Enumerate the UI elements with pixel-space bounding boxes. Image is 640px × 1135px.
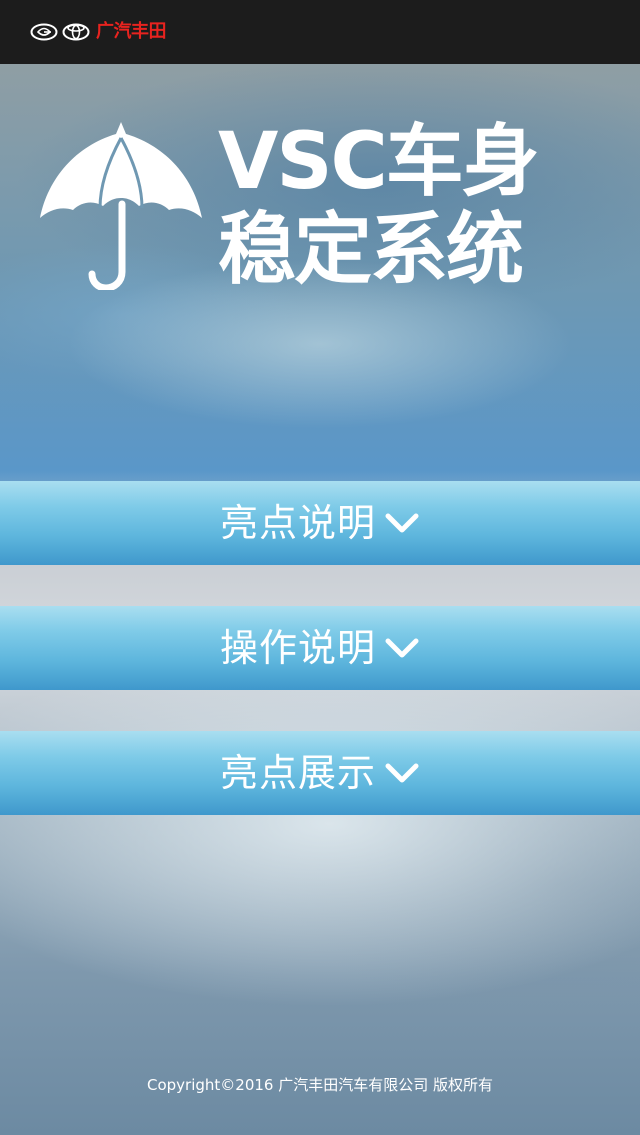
umbrella-icon <box>40 122 202 290</box>
copyright-text: Copyright©2016 广汽丰田汽车有限公司 版权所有 <box>146 1076 493 1094</box>
hero-title-line-2: 稳定系统 <box>218 205 524 295</box>
chevron-down-icon <box>385 763 419 783</box>
chevron-down-icon <box>385 513 419 533</box>
menu-item-label: 亮点展示 <box>219 751 376 795</box>
toyota-logo-icon <box>62 23 90 41</box>
highlights-showcase-button[interactable]: 亮点展示 <box>0 731 640 815</box>
menu-item-label: 操作说明 <box>219 626 376 670</box>
brand-logo[interactable]: 广汽丰田 <box>30 19 167 45</box>
gac-logo-icon <box>30 23 58 41</box>
hero-title-line-1: VSC车身 <box>218 117 540 207</box>
operation-explanation-button[interactable]: 操作说明 <box>0 606 640 690</box>
brand-name: 广汽丰田 <box>96 21 167 42</box>
highlights-explanation-button[interactable]: 亮点说明 <box>0 481 640 565</box>
menu-item-label: 亮点说明 <box>219 501 376 545</box>
chevron-down-icon <box>385 638 419 658</box>
top-bar: 广汽丰田 <box>0 0 640 64</box>
